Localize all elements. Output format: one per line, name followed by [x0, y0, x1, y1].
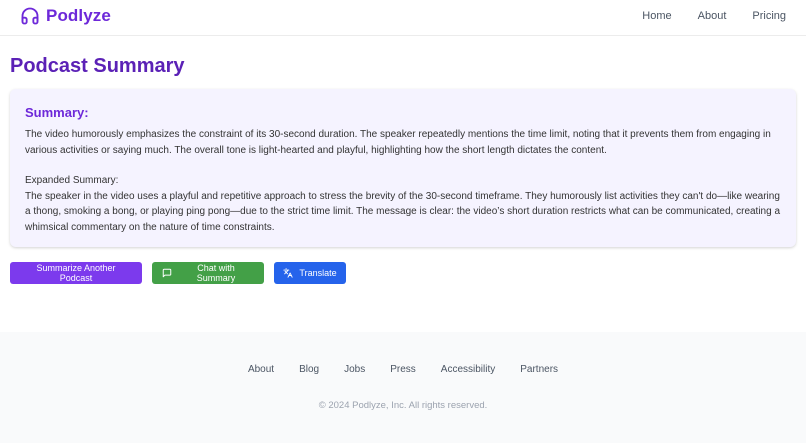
page-title: Podcast Summary	[10, 55, 185, 77]
chat-icon	[162, 268, 172, 278]
brand-name: Podlyze	[46, 6, 111, 25]
footer-link-accessibility[interactable]: Accessibility	[441, 364, 495, 375]
headphones-icon	[20, 6, 40, 26]
summary-heading: Summary:	[25, 105, 89, 120]
main-nav: Home About Pricing	[642, 9, 786, 23]
nav-home-link[interactable]: Home	[642, 9, 671, 23]
footer-link-about[interactable]: About	[248, 364, 274, 375]
summary-card: Summary: The video humorously emphasizes…	[10, 89, 796, 247]
chat-with-summary-button[interactable]: Chat with Summary	[152, 262, 264, 284]
top-header: Podlyze Home About Pricing	[0, 0, 806, 36]
translate-icon	[283, 268, 294, 278]
copyright-text: © 2024 Podlyze, Inc. All rights reserved…	[318, 400, 488, 411]
chat-with-summary-label: Chat with Summary	[196, 263, 236, 283]
footer-links: About Blog Jobs Press Accessibility Part…	[0, 364, 806, 375]
nav-pricing-link[interactable]: Pricing	[752, 9, 786, 23]
expanded-summary-text: The speaker in the video uses a playful …	[25, 190, 781, 233]
action-buttons: Summarize Another Podcast Chat with Summ…	[10, 262, 356, 284]
footer-link-blog[interactable]: Blog	[299, 364, 319, 375]
site-footer: About Blog Jobs Press Accessibility Part…	[0, 332, 806, 443]
footer-link-press[interactable]: Press	[390, 364, 416, 375]
footer-link-jobs[interactable]: Jobs	[344, 364, 365, 375]
summarize-another-label: Summarize Another Podcast	[36, 263, 116, 283]
translate-label: Translate	[299, 268, 337, 278]
brand-logo[interactable]: Podlyze	[20, 4, 111, 28]
footer-link-partners[interactable]: Partners	[520, 364, 558, 375]
expanded-summary-label: Expanded Summary:	[25, 175, 119, 186]
nav-about-link[interactable]: About	[698, 9, 727, 23]
summary-text: The video humorously emphasizes the cons…	[25, 129, 771, 156]
translate-button[interactable]: Translate	[274, 262, 346, 284]
summarize-another-button[interactable]: Summarize Another Podcast	[10, 262, 142, 284]
